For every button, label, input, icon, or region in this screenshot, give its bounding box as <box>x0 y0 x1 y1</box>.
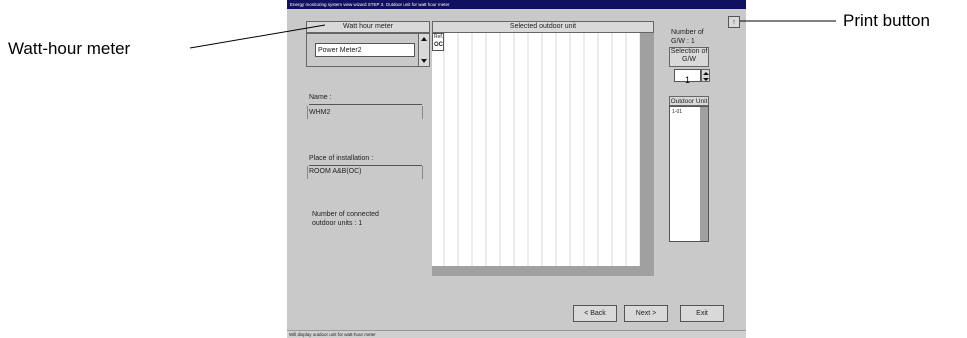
gw-select-line2: G/W <box>682 56 696 63</box>
exit-button-label: Exit <box>696 310 708 317</box>
spinner-down-icon[interactable] <box>703 78 709 81</box>
gw-count-line2: G/W : 1 <box>671 38 695 45</box>
watt-hour-meter-header-label: Watt hour meter <box>343 23 393 30</box>
wizard-window: Energy monitoring system view wizard STE… <box>287 0 746 338</box>
gw-selection-box: Selection of G/W <box>669 47 709 67</box>
gw-select-line1: Selection of <box>670 48 708 55</box>
connected-units-line2: outdoor units : 1 <box>312 220 363 227</box>
window-title: Energy monitoring system view wizard STE… <box>287 0 746 9</box>
outdoor-unit-grid[interactable]: Ref. OC <box>432 33 654 276</box>
gw-spinner-buttons[interactable] <box>701 69 710 82</box>
next-button[interactable]: Next > <box>624 305 668 322</box>
name-divider <box>309 104 422 105</box>
outdoor-unit-list-item[interactable]: 1-01 <box>672 109 682 115</box>
selected-outdoor-unit-header: Selected outdoor unit <box>432 21 654 33</box>
watt-hour-meter-selected-label: Power Meter2 <box>318 47 362 54</box>
connected-units-line1: Number of connected <box>312 211 379 218</box>
ref-corner-label: Ref. <box>434 34 444 40</box>
ref-corner-cell: Ref. OC <box>432 33 444 51</box>
status-bar: Will display outdoor unit for watt-hour … <box>287 330 746 338</box>
exit-button[interactable]: Exit <box>680 305 724 322</box>
gw-spinner-value: 1 <box>684 75 690 85</box>
grid-right-scrollbar[interactable] <box>640 33 654 266</box>
oc-unit-label[interactable]: OC <box>434 42 443 49</box>
watt-hour-meter-header: Watt hour meter <box>306 21 430 33</box>
next-button-label: Next > <box>635 310 657 317</box>
name-label: Name : <box>309 94 332 101</box>
scroll-up-icon[interactable] <box>421 37 427 41</box>
gw-spinner-input[interactable]: 1 <box>674 69 701 85</box>
watt-hour-meter-list[interactable]: Power Meter2 <box>306 33 430 67</box>
print-icon: ↑ <box>732 19 736 26</box>
watt-hour-meter-selected[interactable]: Power Meter2 <box>315 43 415 57</box>
outdoor-unit-list-scrollbar[interactable] <box>700 107 708 241</box>
status-text: Will display outdoor unit for watt-hour … <box>289 332 376 337</box>
grid-lines <box>443 33 641 266</box>
spinner-up-icon[interactable] <box>703 72 709 75</box>
scroll-down-icon[interactable] <box>421 59 427 63</box>
callout-watt-hour-meter: Watt-hour meter <box>8 39 131 58</box>
callout-print-button: Print button <box>843 11 930 30</box>
back-button-label: < Back <box>584 310 606 317</box>
outdoor-unit-list-header-label: Outdoor Unit <box>670 98 708 105</box>
name-value-frame <box>307 106 423 119</box>
list-scrollbar[interactable] <box>418 34 429 66</box>
outdoor-unit-list-header: Outdoor Unit <box>669 96 709 106</box>
place-label: Place of installation : <box>309 155 374 162</box>
grid-bottom-scrollbar[interactable] <box>432 266 654 276</box>
gw-count-line1: Number of <box>671 29 704 36</box>
place-value-frame <box>307 166 423 179</box>
outdoor-unit-list[interactable]: 1-01 <box>669 106 709 242</box>
selected-outdoor-unit-header-label: Selected outdoor unit <box>509 23 577 30</box>
back-button[interactable]: < Back <box>573 305 617 322</box>
print-button[interactable]: ↑ <box>728 16 740 28</box>
